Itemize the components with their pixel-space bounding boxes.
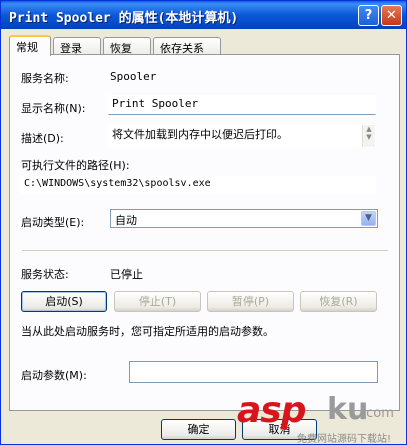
startup-type-value: 自动	[115, 214, 137, 227]
resume-button[interactable]: 恢复(R)	[300, 291, 377, 312]
start-params-label: 启动参数(M):	[21, 369, 87, 382]
start-button[interactable]: 启动(S)	[21, 291, 107, 312]
exe-path-field[interactable]: C:\WINDOWS\system32\spoolsv.exe	[20, 176, 376, 194]
startup-type-label: 启动类型(E):	[21, 216, 85, 229]
start-params-input[interactable]	[129, 361, 378, 383]
description-scrollbar[interactable]: ▲ ▼	[362, 125, 375, 147]
service-name-label: 服务名称:	[21, 72, 69, 85]
service-status-label: 服务状态:	[21, 268, 69, 281]
description-label: 描述(D):	[21, 132, 64, 145]
description-value: 将文件加载到内存中以便迟后打印。	[112, 128, 288, 141]
stop-button[interactable]: 停止(T)	[114, 291, 201, 312]
ok-button[interactable]: 确定	[161, 419, 236, 440]
tab-recovery[interactable]: 恢复	[103, 37, 151, 55]
cancel-button[interactable]: 取消	[242, 419, 317, 440]
display-name-value: Print Spooler	[112, 97, 199, 110]
exe-path-label: 可执行文件的路径(H):	[21, 159, 130, 172]
tab-dependencies[interactable]: 依存关系	[153, 37, 221, 55]
startup-type-select[interactable]: 自动 ▼	[110, 209, 378, 228]
pause-button[interactable]: 暂停(P)	[207, 291, 294, 312]
service-name-value: Spooler	[110, 70, 157, 83]
description-field[interactable]: 将文件加载到内存中以便迟后打印。 ▲ ▼	[108, 124, 376, 148]
window-title: Print Spooler 的属性(本地计算机)	[9, 11, 239, 26]
chevron-down-icon[interactable]: ▼	[361, 211, 376, 226]
display-name-field[interactable]: Print Spooler	[108, 95, 376, 115]
service-status-value: 已停止	[110, 268, 143, 281]
hint-text: 当从此处启动服务时，您可指定所适用的启动参数。	[21, 325, 274, 338]
display-name-label: 显示名称(N):	[21, 102, 86, 115]
properties-dialog: Print Spooler 的属性(本地计算机) ? ✕ 常规 登录 恢复 依存…	[0, 0, 407, 445]
tab-general[interactable]: 常规	[9, 35, 51, 56]
general-tab-panel: 服务名称: Spooler 显示名称(N): Print Spooler 描述(…	[9, 54, 400, 411]
title-bar[interactable]: Print Spooler 的属性(本地计算机) ? ✕	[1, 1, 406, 29]
close-button[interactable]: ✕	[381, 5, 402, 26]
help-button[interactable]: ?	[358, 5, 379, 26]
divider	[22, 250, 388, 252]
tab-logon[interactable]: 登录	[53, 37, 101, 55]
exe-path-value: C:\WINDOWS\system32\spoolsv.exe	[24, 178, 211, 189]
